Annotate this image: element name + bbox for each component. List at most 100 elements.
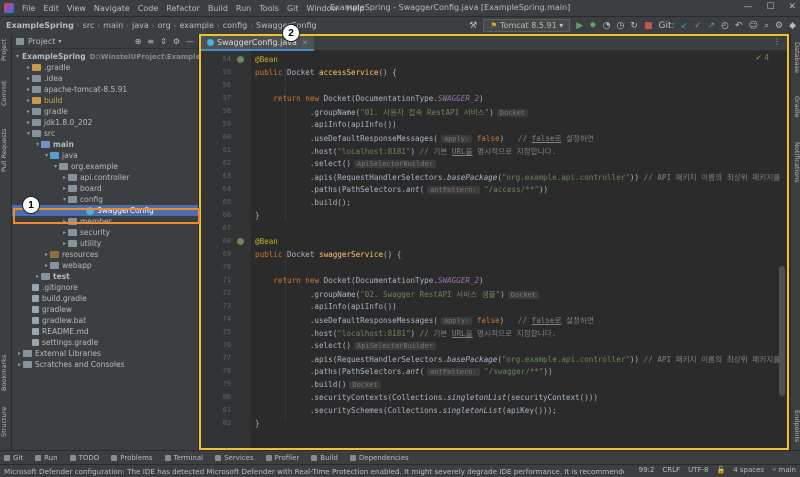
tree-item[interactable]: README.md [12, 326, 198, 337]
tree-item[interactable]: gradlew.bat [12, 315, 198, 326]
lock-icon[interactable]: 🔓 [716, 466, 725, 474]
code-line[interactable]: .host("localhost:8181") // 기본 URL을 명시적으로… [255, 328, 556, 339]
code-line[interactable]: .host("localhost:8181") // 기본 URL을 명시적으로… [255, 146, 556, 157]
menu-code[interactable]: Code [134, 4, 162, 13]
locate-icon[interactable]: ⊕ [135, 37, 142, 46]
tree-item[interactable]: ▸ External Libraries [12, 348, 198, 359]
tree-item[interactable]: ▸ gradle [12, 106, 198, 117]
expand-arrow-icon[interactable]: ▸ [43, 262, 50, 269]
expand-arrow-icon[interactable]: ▾ [43, 152, 50, 159]
expand-arrow-icon[interactable]: ▾ [34, 141, 41, 148]
tab-pull-requests[interactable]: Pull Requests [0, 120, 11, 180]
caret-position[interactable]: 99:2 [639, 466, 655, 474]
editor-scrollbar[interactable] [779, 266, 785, 396]
code-editor[interactable]: SwaggerConfig.java ✕ ⋮ 54 55 56 57 58 59 60 61 6… [199, 34, 789, 450]
code-line[interactable]: } [255, 419, 260, 428]
stop-icon[interactable]: ■ [644, 21, 653, 31]
tree-item[interactable]: ▸ test [12, 271, 198, 282]
expand-arrow-icon[interactable]: ▸ [16, 350, 23, 357]
tree-item[interactable]: settings.gradle [12, 337, 198, 348]
tree-item[interactable]: ▸ .idea [12, 73, 198, 84]
breadcrumb-item[interactable]: org [156, 21, 173, 30]
tree-item[interactable]: ▾ src [12, 128, 198, 139]
run-configuration-select[interactable]: ⚑ Tomcat 8.5.91 ▾ [483, 19, 571, 32]
code-line[interactable]: public Docket accessService() { [255, 68, 397, 77]
close-tab-icon[interactable]: ✕ [302, 39, 308, 47]
history-icon[interactable]: ◴ [721, 21, 729, 31]
code-line[interactable]: return new Docket(DocumentationType.SWAG… [255, 276, 483, 285]
tree-item[interactable]: gradlew [12, 304, 198, 315]
expand-all-icon[interactable]: ⇕ [160, 37, 167, 46]
tab-project[interactable]: Project [0, 38, 11, 62]
code-line[interactable]: .securitySchemes(Collections.singletonLi… [255, 406, 557, 415]
tab-notifications[interactable]: Notifications [791, 134, 800, 190]
bottom-tab-todo[interactable]: TODO [66, 454, 108, 462]
line-separator[interactable]: CRLF [662, 466, 680, 474]
expand-arrow-icon[interactable]: ▸ [25, 75, 32, 82]
expand-arrow-icon[interactable]: ▸ [34, 273, 41, 280]
tree-item[interactable]: ▸ Scratches and Consoles [12, 359, 198, 370]
git-commit-icon[interactable]: ✓ [694, 21, 702, 31]
expand-arrow-icon[interactable]: ▾ [61, 196, 68, 203]
tab-gradle[interactable]: Gradle [791, 92, 800, 122]
code-line[interactable]: .apis(RequestHandlerSelectors.basePackag… [255, 354, 780, 365]
menu-edit[interactable]: Edit [39, 4, 63, 13]
git-push-icon[interactable]: ↗ [708, 21, 716, 31]
code-line[interactable]: .apis(RequestHandlerSelectors.basePackag… [255, 172, 785, 183]
code-line[interactable]: .paths(PathSelectors.ant(antPattern: "/s… [255, 367, 553, 376]
hammer-icon[interactable]: ⚒ [469, 21, 477, 31]
debug-icon[interactable]: ✸ [589, 21, 597, 31]
tree-item[interactable]: ▾ java [12, 150, 198, 161]
more-tabs-icon[interactable]: ⋮ [773, 37, 781, 46]
inspection-status[interactable]: ✔ 4 [756, 53, 769, 62]
bottom-tab-services[interactable]: Services [211, 454, 262, 462]
user-icon[interactable]: ☺ [749, 21, 758, 31]
expand-arrow-icon[interactable]: ▸ [61, 229, 68, 236]
menu-refactor[interactable]: Refactor [162, 4, 204, 13]
expand-arrow-icon[interactable]: ▸ [25, 108, 32, 115]
code-line[interactable]: public Docket swaggerService() { [255, 250, 401, 259]
git-branch[interactable]: ⑂ main [772, 466, 796, 474]
minimize-icon[interactable]: — [743, 2, 752, 12]
menu-tools[interactable]: Tools [255, 4, 283, 13]
menu-view[interactable]: View [63, 4, 90, 13]
expand-arrow-icon[interactable]: ▸ [25, 86, 32, 93]
spring-bean-icon[interactable] [237, 238, 244, 245]
search-icon[interactable]: ⌕ [764, 21, 769, 31]
expand-arrow-icon[interactable]: ▸ [25, 97, 32, 104]
menu-build[interactable]: Build [204, 4, 232, 13]
code-line[interactable]: .securityContexts(Collections.singletonL… [255, 393, 598, 402]
tab-structure[interactable]: Structure [0, 402, 11, 442]
spring-bean-icon[interactable] [237, 56, 244, 63]
code-line[interactable]: .apiInfo(apiInfo()) [255, 120, 397, 129]
code-line[interactable]: .useDefaultResponseMessages(apply: false… [255, 315, 594, 326]
run-icon[interactable]: ▶ [576, 21, 583, 31]
tab-bookmarks[interactable]: Bookmarks [0, 352, 11, 394]
menu-file[interactable]: File [18, 4, 39, 13]
rollback-icon[interactable]: ↶ [735, 21, 743, 31]
project-view-select[interactable]: Project [28, 37, 55, 46]
code-line[interactable]: .select() ApiSelectorBuilder [255, 159, 436, 168]
collapse-all-icon[interactable]: ≡ [147, 37, 154, 46]
expand-arrow-icon[interactable]: ▸ [25, 64, 32, 71]
breadcrumb-item[interactable]: src [81, 21, 97, 30]
tree-item[interactable]: ▾ ExampleSpring D:\WinstelUProject\Example… [12, 51, 226, 62]
breadcrumb-item[interactable]: ExampleSpring [0, 21, 76, 30]
tree-item[interactable]: ▸ build [12, 95, 198, 106]
code-line[interactable]: return new Docket(DocumentationType.SWAG… [255, 94, 483, 103]
status-message[interactable]: Microsoft Defender configuration: The ID… [0, 467, 624, 476]
tree-item[interactable]: build.gradle [12, 293, 198, 304]
bottom-tab-build[interactable]: Build [307, 454, 346, 462]
code-line[interactable]: .groupName("02. Swagger RestAPI 서비스 샘플")… [255, 289, 540, 300]
tree-item[interactable]: ▸ webapp [12, 260, 198, 271]
expand-arrow-icon[interactable]: ▾ [52, 163, 59, 170]
bottom-tab-git[interactable]: Git [0, 454, 31, 462]
hide-panel-icon[interactable]: — [186, 37, 194, 46]
close-icon[interactable]: ✕ [788, 2, 796, 12]
menu-navigate[interactable]: Navigate [90, 4, 134, 13]
code-line[interactable]: @Bean [255, 237, 278, 246]
update-icon[interactable]: ↻ [630, 21, 638, 31]
settings-icon[interactable]: ⚙ [775, 21, 783, 31]
expand-arrow-icon[interactable]: ▸ [25, 119, 32, 126]
file-encoding[interactable]: UTF-8 [688, 466, 708, 474]
